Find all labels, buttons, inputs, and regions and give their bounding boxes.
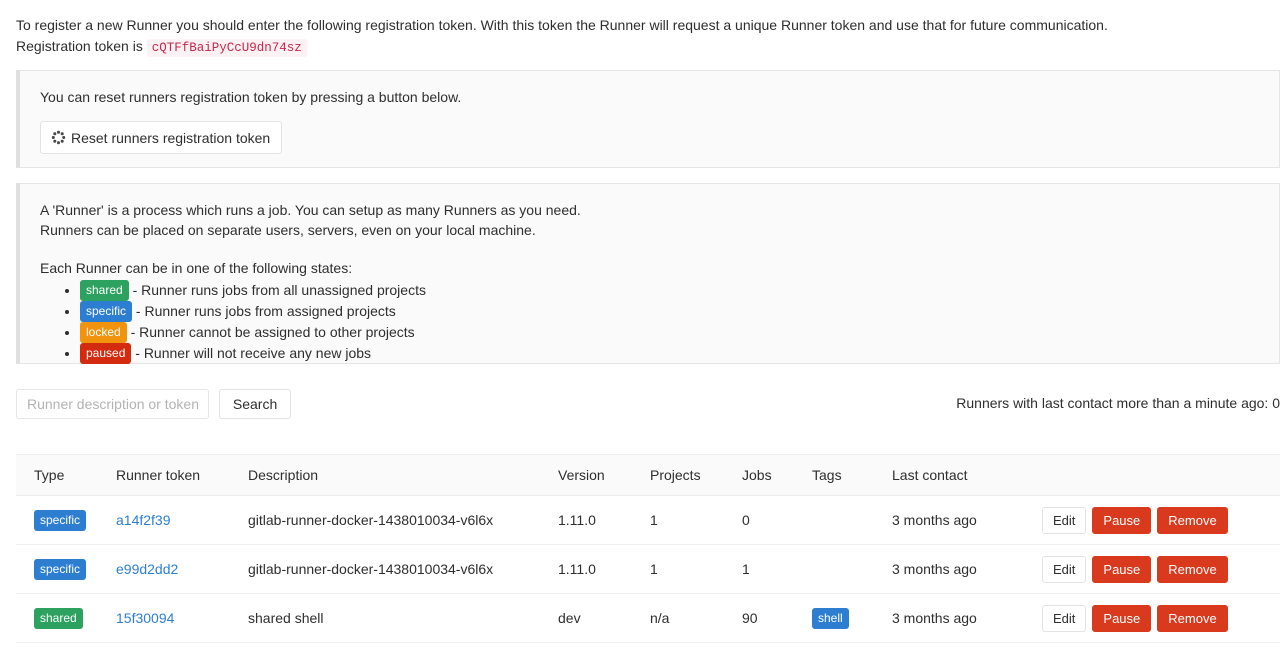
cell-projects: 1 [642, 544, 734, 594]
reset-token-panel: You can reset runners registration token… [16, 70, 1280, 168]
runner-info-panel: A 'Runner' is a process which runs a job… [16, 183, 1280, 364]
list-item: shared - Runner runs jobs from all unass… [80, 280, 1259, 301]
column-header-type: Type [16, 454, 108, 496]
cell-tags: shell [804, 593, 884, 643]
column-header-description: Description [240, 454, 550, 496]
runner-states-list: shared - Runner runs jobs from all unass… [40, 280, 1259, 364]
reset-runners-registration-token-button[interactable]: Reset runners registration token [40, 121, 283, 154]
runners-last-contact-note: Runners with last contact more than a mi… [956, 395, 1280, 411]
table-header-row: Type Runner token Description Version Pr… [16, 454, 1280, 496]
remove-button[interactable]: Remove [1157, 604, 1228, 632]
status-badge-locked: locked [80, 322, 127, 343]
cell-jobs: 0 [734, 495, 804, 545]
runners-table-container: Type Runner token Description Version Pr… [16, 454, 1280, 643]
cell-type: specific [16, 544, 108, 594]
column-header-actions [1042, 454, 1280, 496]
status-badge-paused: paused [80, 343, 132, 364]
cell-actions: Edit Pause Remove [1042, 593, 1280, 643]
cell-projects: 1 [642, 495, 734, 545]
table-head: Type Runner token Description Version Pr… [16, 454, 1280, 496]
cell-runner-token: a14f2f39 [108, 495, 240, 545]
status-badge-shared: shared [80, 280, 129, 301]
column-header-projects: Projects [642, 454, 734, 496]
cell-projects: n/a [642, 593, 734, 643]
status-badge: specific [34, 509, 87, 531]
state-description-shared: - Runner runs jobs from all unassigned p… [132, 282, 426, 298]
column-header-jobs: Jobs [734, 454, 804, 496]
intro-line-1: To register a new Runner you should ente… [16, 17, 1108, 33]
cell-description: gitlab-runner-docker-1438010034-v6l6x [240, 495, 550, 545]
column-header-runner-token: Runner token [108, 454, 240, 496]
cell-description: gitlab-runner-docker-1438010034-v6l6x [240, 544, 550, 594]
intro-line-2: Registration token is cQTFfBaiPyCcU9dn74… [16, 36, 1264, 58]
row-actions: Edit Pause Remove [1042, 555, 1272, 583]
reset-token-description: You can reset runners registration token… [40, 89, 462, 105]
search-button[interactable]: Search [218, 389, 292, 419]
search-input[interactable] [16, 389, 209, 419]
cell-version: dev [550, 593, 642, 643]
cell-description: shared shell [240, 593, 550, 643]
cell-last-contact: 3 months ago [884, 495, 1042, 545]
edit-button[interactable]: Edit [1042, 506, 1087, 534]
cell-type: shared [16, 593, 108, 643]
edit-button[interactable]: Edit [1042, 604, 1087, 632]
table-row: specific a14f2f39 gitlab-runner-docker-1… [16, 495, 1280, 545]
table-body: specific a14f2f39 gitlab-runner-docker-1… [16, 495, 1280, 643]
runner-token-link[interactable]: e99d2dd2 [116, 561, 178, 577]
row-actions: Edit Pause Remove [1042, 506, 1272, 534]
runner-token-link[interactable]: a14f2f39 [116, 512, 171, 528]
runners-admin-page: To register a new Runner you should ente… [0, 0, 1280, 666]
cell-jobs: 1 [734, 544, 804, 594]
cell-version: 1.11.0 [550, 495, 642, 545]
state-description-locked: - Runner cannot be assigned to other pro… [130, 324, 415, 340]
list-item: paused - Runner will not receive any new… [80, 343, 1259, 364]
remove-button[interactable]: Remove [1157, 506, 1228, 534]
search-row: Search Runners with last contact more th… [16, 389, 1280, 419]
column-header-last-contact: Last contact [884, 454, 1042, 496]
runner-states-lead: Each Runner can be in one of the followi… [40, 260, 353, 276]
edit-button[interactable]: Edit [1042, 555, 1087, 583]
cell-runner-token: e99d2dd2 [108, 544, 240, 594]
registration-token-label: Registration token is [16, 38, 143, 54]
cell-actions: Edit Pause Remove [1042, 495, 1280, 545]
status-badge: specific [34, 558, 87, 580]
pause-button[interactable]: Pause [1092, 555, 1152, 583]
cell-tags [804, 495, 884, 545]
state-description-paused: - Runner will not receive any new jobs [135, 345, 372, 361]
cell-runner-token: 15f30094 [108, 593, 240, 643]
table-row: specific e99d2dd2 gitlab-runner-docker-1… [16, 544, 1280, 594]
tag-badge-shell: shell [812, 607, 849, 629]
cell-last-contact: 3 months ago [884, 544, 1042, 594]
cell-type: specific [16, 495, 108, 545]
column-header-version: Version [550, 454, 642, 496]
state-description-specific: - Runner runs jobs from assigned project… [135, 303, 396, 319]
pause-button[interactable]: Pause [1092, 604, 1152, 632]
status-badge: shared [34, 607, 83, 629]
list-item: locked - Runner cannot be assigned to ot… [80, 322, 1259, 343]
list-item: specific - Runner runs jobs from assigne… [80, 301, 1259, 322]
intro-text: To register a new Runner you should ente… [16, 0, 1264, 58]
pause-button[interactable]: Pause [1092, 506, 1152, 534]
registration-token-value: cQTFfBaiPyCcU9dn74sz [146, 39, 307, 57]
cell-last-contact: 3 months ago [884, 593, 1042, 643]
cell-tags [804, 544, 884, 594]
runner-info-line-1: A 'Runner' is a process which runs a job… [40, 202, 581, 218]
remove-button[interactable]: Remove [1157, 555, 1228, 583]
table-row: shared 15f30094 shared shell dev n/a 90 … [16, 593, 1280, 643]
cell-version: 1.11.0 [550, 544, 642, 594]
runner-token-link[interactable]: 15f30094 [116, 610, 174, 626]
column-header-tags: Tags [804, 454, 884, 496]
cell-jobs: 90 [734, 593, 804, 643]
reset-button-label: Reset runners registration token [71, 129, 271, 146]
status-badge-specific: specific [80, 301, 133, 322]
runner-info-line-2: Runners can be placed on separate users,… [40, 222, 536, 238]
row-actions: Edit Pause Remove [1042, 604, 1272, 632]
spinner-icon [52, 131, 65, 144]
runners-table: Type Runner token Description Version Pr… [16, 454, 1280, 643]
cell-actions: Edit Pause Remove [1042, 544, 1280, 594]
